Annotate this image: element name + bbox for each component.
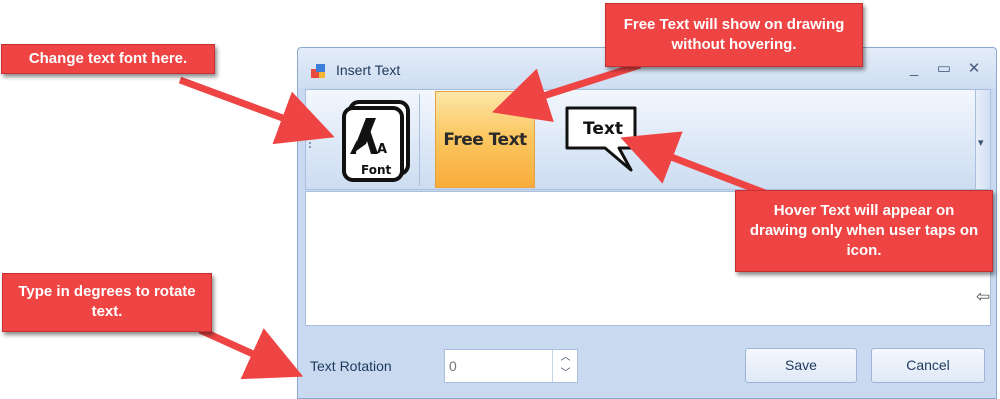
minimize-button[interactable]: _ bbox=[902, 58, 926, 80]
chevron-down-icon[interactable]: ﹀ bbox=[553, 366, 578, 382]
save-button[interactable]: Save bbox=[745, 348, 857, 383]
svg-text:Text: Text bbox=[583, 119, 623, 139]
cancel-button[interactable]: Cancel bbox=[871, 348, 985, 383]
app-icon bbox=[311, 64, 325, 78]
rotation-callout: Type in degrees to rotate text. bbox=[2, 273, 212, 332]
svg-text:A: A bbox=[377, 142, 387, 157]
toolbar-overflow-button[interactable]: ▾ bbox=[975, 90, 990, 189]
chevron-down-icon: ▾ bbox=[978, 137, 984, 149]
font-icon: A Font bbox=[342, 100, 410, 182]
font-callout-arrow bbox=[178, 76, 335, 145]
font-callout: Change text font here. bbox=[1, 44, 215, 74]
window-title: Insert Text bbox=[336, 62, 401, 78]
resize-arrow-icon: ⇦ bbox=[976, 287, 991, 306]
text-rotation-label: Text Rotation bbox=[310, 358, 392, 374]
toolbar-grip[interactable] bbox=[309, 134, 314, 148]
free-text-callout: Free Text will show on drawing without h… bbox=[605, 3, 863, 67]
rotation-callout-arrow bbox=[198, 326, 304, 380]
hover-text-button[interactable]: Text bbox=[555, 100, 645, 180]
font-button[interactable]: A Font bbox=[316, 92, 416, 187]
free-text-button[interactable]: Free Text bbox=[435, 91, 535, 188]
svg-text:Font: Font bbox=[361, 163, 391, 177]
maximize-button[interactable]: ▭ bbox=[932, 58, 956, 80]
toolbar-separator bbox=[419, 94, 420, 186]
free-text-label: Free Text bbox=[443, 130, 527, 150]
chevron-up-icon[interactable]: ︿ bbox=[553, 350, 578, 366]
close-button[interactable]: ✕ bbox=[962, 58, 986, 80]
speech-bubble-icon: Text bbox=[565, 106, 637, 172]
hover-text-callout: Hover Text will appear on drawing only w… bbox=[735, 190, 993, 272]
rotation-stepper[interactable]: ︿ ﹀ bbox=[552, 350, 578, 382]
ribbon-toolbar: A Font Free Text Text ▾ bbox=[305, 89, 991, 190]
